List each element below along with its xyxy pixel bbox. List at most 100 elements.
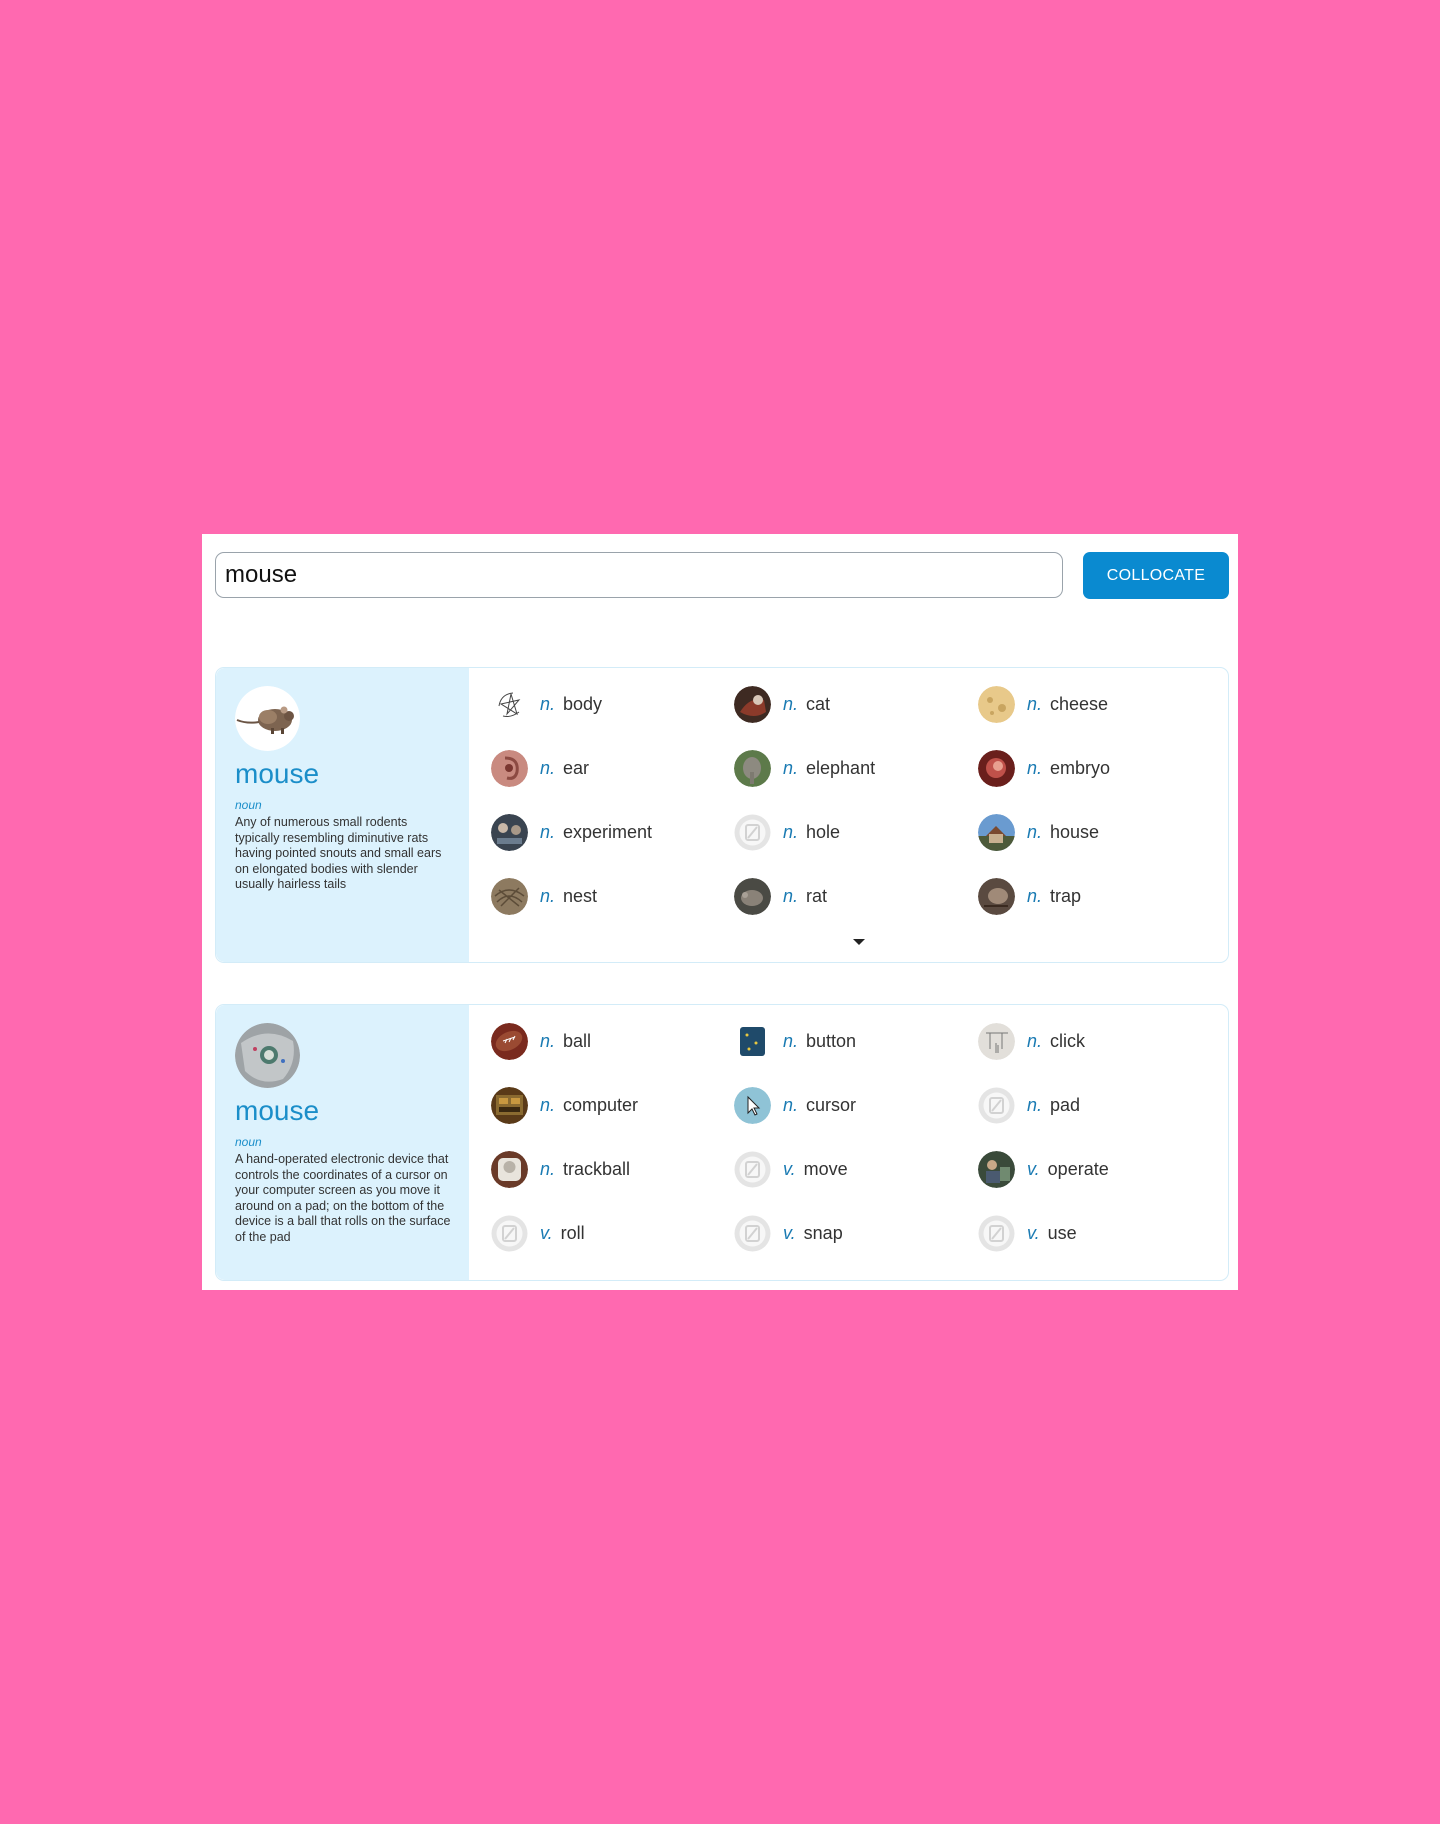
collocation-word: use <box>1047 1222 1077 1243</box>
collocation-pos: n. <box>783 1094 799 1115</box>
collocation-item-ear[interactable]: n. ear <box>491 748 711 788</box>
no-image-placeholder-icon <box>978 1087 1015 1124</box>
collocation-word: ball <box>563 1030 592 1051</box>
collocation-pos: n. <box>1027 1094 1043 1115</box>
no-image-placeholder-icon <box>734 1215 771 1252</box>
collocation-item-computer[interactable]: n. computer <box>491 1085 711 1125</box>
collocation-item-trackball[interactable]: n. trackball <box>491 1149 711 1189</box>
collocation-word: cheese <box>1050 693 1109 714</box>
collocation-word: embryo <box>1050 757 1111 778</box>
no-image-placeholder-icon <box>978 1215 1015 1252</box>
ear-photo-thumbnail <box>491 749 528 787</box>
sense-definition: Any of numerous small rodents typically … <box>235 815 442 892</box>
collocation-item-pad[interactable]: n. pad <box>978 1085 1198 1125</box>
operate-photo-thumbnail <box>978 1150 1015 1188</box>
collocation-pos: n. <box>783 757 799 778</box>
collocation-pos: n. <box>783 821 799 842</box>
collocation-word: elephant <box>806 757 876 778</box>
collocation-item-click[interactable]: n. click <box>978 1021 1198 1061</box>
collocation-pos: v. <box>540 1222 553 1243</box>
collocation-word: button <box>806 1030 857 1051</box>
collocation-pos: n. <box>783 1030 799 1051</box>
search-bar: COLLOCATE <box>215 552 1229 599</box>
collocation-pos: n. <box>540 1094 556 1115</box>
nest-photo-thumbnail <box>491 877 528 915</box>
collocation-item-cat[interactable]: n. cat <box>734 684 954 724</box>
collocation-item-elephant[interactable]: n. elephant <box>734 748 954 788</box>
embryo-photo-thumbnail <box>978 749 1015 787</box>
collocation-item-roll[interactable]: v. roll <box>491 1213 711 1253</box>
search-input[interactable] <box>215 552 1063 598</box>
elephant-photo-thumbnail <box>734 749 771 787</box>
collocation-item-house[interactable]: n. house <box>978 812 1198 852</box>
collocation-item-ball[interactable]: n. ball <box>491 1021 711 1061</box>
collocation-pos: n. <box>540 821 556 842</box>
no-image-placeholder-icon <box>734 814 771 851</box>
collocation-pos: n. <box>1027 757 1043 778</box>
expand-caret-icon[interactable] <box>853 939 865 945</box>
collocation-pos: v. <box>1027 1158 1040 1179</box>
collocation-item-embryo[interactable]: n. embryo <box>978 748 1198 788</box>
collocation-word: operate <box>1047 1158 1109 1179</box>
collocation-pos: n. <box>540 1030 556 1051</box>
sense-panel: mouse noun A hand-operated electronic de… <box>216 1005 469 1280</box>
collocation-pos: n. <box>1027 1030 1043 1051</box>
collocation-pos: v. <box>1027 1222 1040 1243</box>
collocation-pos: n. <box>783 693 799 714</box>
collocation-item-move[interactable]: v. move <box>734 1149 954 1189</box>
body-drawing-thumbnail <box>491 685 528 723</box>
collocation-pos: n. <box>540 885 556 906</box>
cursor-thumbnail <box>734 1086 771 1124</box>
collocation-item-experiment[interactable]: n. experiment <box>491 812 711 852</box>
collocation-word: trackball <box>563 1158 631 1179</box>
trap-photo-thumbnail <box>978 877 1015 915</box>
sense-part-of-speech: noun <box>235 798 262 812</box>
collocation-item-snap[interactable]: v. snap <box>734 1213 954 1253</box>
collocation-item-button[interactable]: n. button <box>734 1021 954 1061</box>
collocation-pos: n. <box>1027 885 1043 906</box>
sense-definition: A hand-operated electronic device that c… <box>235 1152 451 1244</box>
collocation-item-body[interactable]: n. body <box>491 684 711 724</box>
collocation-item-operate[interactable]: v. operate <box>978 1149 1198 1189</box>
collocation-word: computer <box>563 1094 639 1115</box>
collocation-word: rat <box>806 885 828 906</box>
no-image-placeholder-icon <box>491 1215 528 1252</box>
click-drawing-thumbnail <box>978 1022 1015 1060</box>
collocation-word: trap <box>1050 885 1082 906</box>
collocation-item-trap[interactable]: n. trap <box>978 876 1198 916</box>
collocation-item-rat[interactable]: n. rat <box>734 876 954 916</box>
sense-word-link[interactable]: mouse <box>235 1094 451 1128</box>
collocation-pos: n. <box>1027 821 1043 842</box>
collocate-button[interactable]: COLLOCATE <box>1083 552 1229 599</box>
collocation-pos: v. <box>783 1158 796 1179</box>
sense-word-link[interactable]: mouse <box>235 757 451 791</box>
experiment-photo-thumbnail <box>491 813 528 851</box>
collocation-word: cursor <box>806 1094 857 1115</box>
cheese-photo-thumbnail <box>978 685 1015 723</box>
collocation-word: experiment <box>563 821 653 842</box>
trackball-photo-thumbnail <box>491 1150 528 1188</box>
collocation-pos: n. <box>540 757 556 778</box>
collocation-pos: n. <box>540 693 556 714</box>
sense-card: mouse noun Any of numerous small rodents… <box>215 667 1229 963</box>
collocation-word: hole <box>806 821 841 842</box>
collocation-word: house <box>1050 821 1100 842</box>
collocation-pos: n. <box>1027 693 1043 714</box>
collocation-word: click <box>1050 1030 1086 1051</box>
collocation-item-cursor[interactable]: n. cursor <box>734 1085 954 1125</box>
collocation-word: roll <box>560 1222 585 1243</box>
collocation-word: body <box>563 693 603 714</box>
collocation-item-hole[interactable]: n. hole <box>734 812 954 852</box>
sense-panel: mouse noun Any of numerous small rodents… <box>216 668 469 962</box>
collocation-item-use[interactable]: v. use <box>978 1213 1198 1253</box>
collocation-item-nest[interactable]: n. nest <box>491 876 711 916</box>
collocation-word: cat <box>806 693 831 714</box>
collocation-item-cheese[interactable]: n. cheese <box>978 684 1198 724</box>
collocation-word: ear <box>563 757 590 778</box>
computer-mouse-thumbnail <box>235 1023 300 1088</box>
computer-photo-thumbnail <box>491 1086 528 1124</box>
collocation-pos: v. <box>783 1222 796 1243</box>
house-photo-thumbnail <box>978 813 1015 851</box>
mouse-rodent-thumbnail <box>235 686 300 751</box>
ball-photo-thumbnail <box>491 1022 528 1060</box>
